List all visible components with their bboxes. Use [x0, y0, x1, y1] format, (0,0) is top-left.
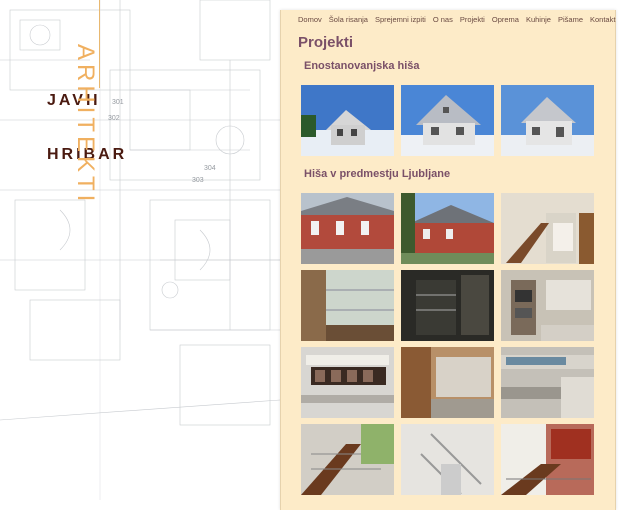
nav-item-kuhinje[interactable]: Kuhinje	[526, 15, 551, 24]
section-title-enostanovanjska: Enostanovanjska hiša	[304, 60, 420, 72]
section-title-predmestje: Hiša v predmestju Ljubljane	[304, 168, 451, 180]
nav-item-kontakt[interactable]: Kontakt	[590, 15, 615, 24]
photo-thumbnail[interactable]	[401, 193, 494, 264]
photo-thumbnail[interactable]	[501, 270, 594, 341]
photo-thumbnail[interactable]	[301, 85, 394, 156]
nav-item-sola-risanja[interactable]: Šola risanja	[329, 15, 368, 24]
svg-text:302: 302	[108, 115, 120, 122]
main-nav: Domov Šola risanja Sprejemni izpiti O na…	[298, 15, 615, 24]
nav-item-o-nas[interactable]: O nas	[433, 15, 453, 24]
content-panel: Domov Šola risanja Sprejemni izpiti O na…	[280, 10, 616, 510]
photo-thumbnail[interactable]	[501, 424, 594, 495]
brand-arhitekti-text: ARHITEKTI	[72, 44, 99, 205]
nav-item-sprejemni-izpiti[interactable]: Sprejemni izpiti	[375, 15, 426, 24]
photo-thumbnail[interactable]	[301, 347, 394, 418]
photo-thumbnail[interactable]	[301, 193, 394, 264]
svg-text:301: 301	[112, 99, 124, 106]
photo-thumbnail[interactable]	[501, 347, 594, 418]
svg-text:304: 304	[204, 165, 216, 172]
photo-thumbnail[interactable]	[501, 85, 594, 156]
nav-item-pisame[interactable]: Pišame	[558, 15, 583, 24]
photo-thumbnail[interactable]	[401, 85, 494, 156]
photo-thumbnail[interactable]	[501, 193, 594, 264]
photo-thumbnail[interactable]	[301, 270, 394, 341]
svg-text:303: 303	[192, 177, 204, 184]
nav-item-oprema[interactable]: Oprema	[492, 15, 519, 24]
nav-item-domov[interactable]: Domov	[298, 15, 322, 24]
page-title: Projekti	[298, 34, 354, 51]
photo-thumbnail[interactable]	[401, 347, 494, 418]
nav-item-projekti[interactable]: Projekti	[460, 15, 485, 24]
photo-thumbnail[interactable]	[301, 424, 394, 495]
brand-arhitekti-vertical: ARHITEKTI	[72, 44, 99, 205]
photo-thumbnail[interactable]	[401, 270, 494, 341]
photo-thumbnail[interactable]	[401, 424, 494, 495]
